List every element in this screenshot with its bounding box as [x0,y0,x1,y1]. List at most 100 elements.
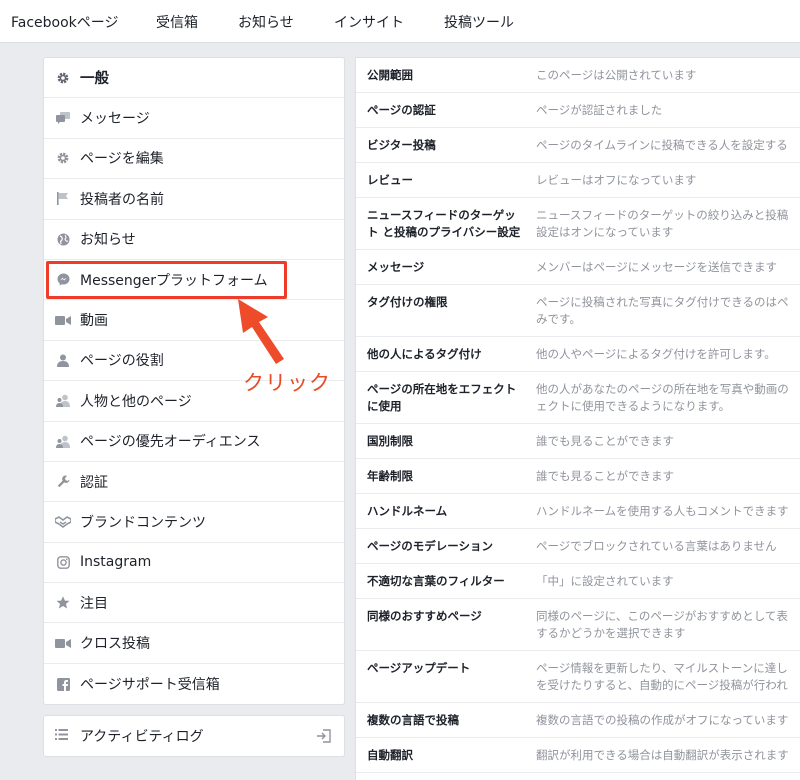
setting-row[interactable]: 複数の言語で投稿 複数の言語での投稿の作成がオフになっています [356,703,800,738]
setting-row[interactable]: ビジター投稿 ページのタイムラインに投稿できる人を設定する [356,128,800,163]
tab-notifications[interactable]: お知らせ [238,12,294,32]
setting-value-line: ページ情報を更新したり、マイルストーンに達し [536,661,788,675]
sidebar-item-edit-page[interactable]: ページを編集 [44,139,344,180]
setting-value-line: 誰でも見ることができます [536,469,674,483]
people-icon [55,433,71,449]
setting-value-line: 誰でも見ることができます [536,434,674,448]
tab-facebook-page[interactable]: Facebookページ [11,12,119,32]
setting-name-line: ページのモデレーション [367,539,494,553]
setting-row[interactable]: 不適切な言葉のフィルター 「中」に設定されています [356,564,800,599]
setting-value-line: するかどうかを選択できます [536,626,686,640]
sidebar-item-page-support-inbox[interactable]: ページサポート受信箱 [44,664,344,704]
messenger-icon [55,272,71,288]
setting-value: ページのタイムラインに投稿できる人を設定する [536,137,800,154]
sidebar-item-branded-content[interactable]: ブランドコンテンツ [44,502,344,543]
setting-name: ビジター投稿 [356,137,536,154]
sidebar-item-authorization[interactable]: 認証 [44,462,344,503]
sidebar-item-label: ページの役割 [80,353,164,370]
sidebar-item-featured[interactable]: 注目 [44,583,344,624]
setting-value-line: 他の人があなたのページの所在地を写真や動画の [536,382,789,396]
setting-name-line: ハンドルネーム [367,504,448,518]
sidebar-item-notifications[interactable]: お知らせ [44,220,344,260]
setting-value: ニュースフィードのターゲットの絞り込みと投稿 設定はオンになっています [536,207,800,241]
setting-row[interactable]: ページアップデート ページ情報を更新したり、マイルストーンに達し を受けたりすると、… [356,651,800,703]
sidebar-item-crossposting[interactable]: クロス投稿 [44,623,344,664]
setting-row[interactable]: タグ付けの権限 ページに投稿された写真にタグ付けできるのはペ みです。 [356,285,800,337]
sidebar-item-label: ブランドコンテンツ [80,514,206,531]
tab-insights[interactable]: インサイト [334,12,404,32]
setting-row[interactable]: 同様のおすすめページ 同様のページに、このページがおすすめとして表 するかどうかを選… [356,599,800,651]
setting-row[interactable]: 公開範囲 このページは公開されています [356,58,800,93]
sidebar-item-messenger-platform[interactable]: Messengerプラットフォーム [44,260,344,301]
setting-name-line: タグ付けの権限 [367,295,448,309]
facebook-icon [55,676,71,692]
setting-value: 誰でも見ることができます [536,468,800,485]
setting-name: ページの認証 [356,102,536,119]
chat-bubbles-icon [55,110,71,126]
setting-row[interactable]: 自動翻訳 翻訳が利用できる場合は自動翻訳が表示されます [356,738,800,773]
setting-value-line: ページのタイムラインに投稿できる人を設定する [536,138,788,152]
setting-name: 国別制限 [356,433,536,450]
setting-row[interactable]: ページの認証 ページが認証されました [356,93,800,128]
setting-value-line: 同様のページに、このページがおすすめとして表 [536,609,788,623]
setting-row[interactable]: レビュー レビューはオフになっています [356,163,800,198]
setting-name: ページアップデート [356,660,536,694]
setting-value: このページは公開されています [536,67,800,84]
setting-value-line: レビューはオフになっています [536,173,697,187]
setting-value: 複数の言語での投稿の作成がオフになっています [536,712,800,729]
setting-row[interactable]: ページの所在地をエフェクト に使用 他の人があなたのページの所在地を写真や動画の ェク… [356,372,800,424]
gear-icon [55,150,71,166]
tab-publishing-tools[interactable]: 投稿ツール [444,12,514,32]
setting-name-line: ページアップデート [367,661,471,675]
handshake-icon [55,514,71,530]
setting-value: 「中」に設定されています [536,573,800,590]
setting-value-line: ページに投稿された写真にタグ付けできるのはペ [536,295,789,309]
setting-row[interactable]: ニュースフィードのターゲット と投稿のプライバシー設定 ニュースフィードのターゲッ… [356,198,800,250]
setting-name-line: ページの認証 [367,103,436,117]
sidebar-item-video[interactable]: 動画 [44,300,344,341]
setting-value-line: ページでブロックされている言葉はありません [536,539,777,553]
setting-row[interactable]: 国別制限 誰でも見ることができます [356,424,800,459]
setting-row[interactable]: ハンドルネーム ハンドルネームを使用する人もコメントできます [356,494,800,529]
gear-icon [55,70,71,86]
setting-row[interactable]: メッセージ メンバーはページにメッセージを送信できます [356,250,800,285]
setting-name: ページのモデレーション [356,538,536,555]
exit-icon[interactable] [317,728,333,744]
instagram-icon [55,554,71,570]
setting-value-line: ニュースフィードのターゲットの絞り込みと投稿 [536,208,789,222]
sidebar-item-messages[interactable]: メッセージ [44,98,344,139]
setting-value: 他の人があなたのページの所在地を写真や動画の ェクトに使用できるようになります。 [536,381,800,415]
setting-name: 同様のおすすめページ [356,608,536,642]
setting-row[interactable]: ページのモデレーション ページでブロックされている言葉はありません [356,529,800,564]
setting-name: レビュー [356,172,536,189]
setting-name-line: ページの所在地をエフェクト [367,382,517,396]
star-icon [55,595,71,611]
general-settings-panel: 公開範囲 このページは公開されていますページの認証 ページが認証されましたビジター投… [355,57,800,780]
setting-value-line: ページが認証されました [536,103,663,117]
setting-value-line: ハンドルネームを使用する人もコメントできます [536,504,789,518]
sidebar-item-label: 投稿者の名前 [80,191,164,208]
person-icon [55,352,71,368]
setting-value: ページが認証されました [536,102,800,119]
setting-value-line: 複数の言語での投稿の作成がオフになっています [536,713,789,727]
people-icon [55,393,71,409]
activity-log-button[interactable]: アクティビティログ [43,715,345,757]
setting-value-line: このページは公開されています [536,68,697,82]
setting-row[interactable]: 他の人によるタグ付け 他の人やページによるタグ付けを許可します。 [356,337,800,372]
tab-inbox[interactable]: 受信箱 [156,12,198,32]
sidebar-item-instagram[interactable]: Instagram [44,543,344,584]
setting-name: 公開範囲 [356,67,536,84]
setting-value: ページに投稿された写真にタグ付けできるのはペ みです。 [536,294,800,328]
sidebar-item-general[interactable]: 一般 [44,58,344,99]
setting-name: 年齢制限 [356,468,536,485]
setting-name-line: 同様のおすすめページ [367,609,482,623]
sidebar-item-preferred-audience[interactable]: ページの優先オーディエンス [44,422,344,462]
setting-row[interactable]: 年齢制限 誰でも見ることができます [356,459,800,494]
sidebar-item-label: クロス投稿 [80,636,150,653]
sidebar-item-label: 動画 [80,313,108,330]
sidebar-item-label: ページの優先オーディエンス [80,434,261,451]
setting-value: 同様のページに、このページがおすすめとして表 するかどうかを選択できます [536,608,800,642]
sidebar-item-author-name[interactable]: 投稿者の名前 [44,179,344,220]
setting-name-line: 他の人によるタグ付け [367,347,482,361]
setting-value-line: 翻訳が利用できる場合は自動翻訳が表示されます [536,748,789,762]
